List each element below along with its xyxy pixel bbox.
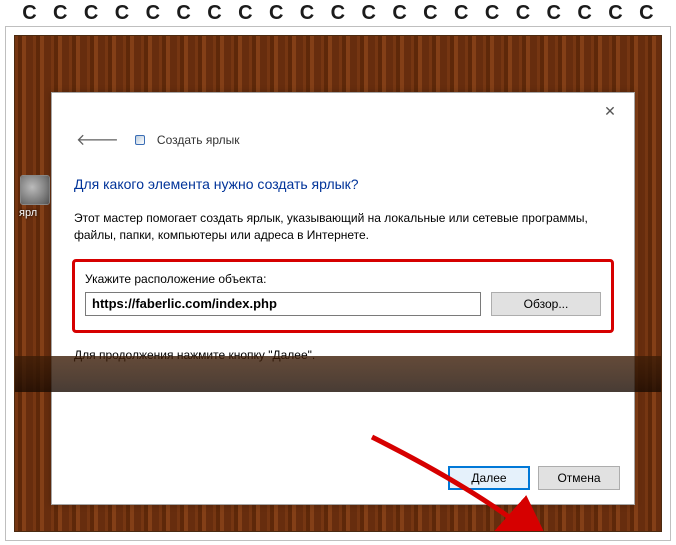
dialog-headline: Для какого элемента нужно создать ярлык? <box>74 176 612 192</box>
back-arrow-icon[interactable]: 🡐 <box>72 129 123 150</box>
path-label: Укажите расположение объекта: <box>85 272 601 286</box>
image-frame: ярл ✕ 🡐 Создать ярлык Для какого элемент… <box>5 26 671 541</box>
desktop-background: ярл ✕ 🡐 Создать ярлык Для какого элемент… <box>14 35 662 532</box>
highlight-box: Укажите расположение объекта: Обзор... <box>72 259 614 333</box>
shortcut-glyph-icon <box>135 135 145 145</box>
notebook-binding: CCCCCC CCCCCC CCCCCC CCC <box>0 0 676 26</box>
desktop-shortcut-icon[interactable] <box>21 176 49 204</box>
dialog-footer: Далее Отмена <box>52 456 634 504</box>
breadcrumb-title: Создать ярлык <box>157 133 240 147</box>
browse-button[interactable]: Обзор... <box>491 292 601 316</box>
create-shortcut-dialog: ✕ 🡐 Создать ярлык Для какого элемента ну… <box>51 92 635 505</box>
next-button[interactable]: Далее <box>448 466 530 490</box>
continue-hint: Для продолжения нажмите кнопку "Далее". <box>74 347 612 364</box>
dialog-description: Этот мастер помогает создать ярлык, указ… <box>74 210 612 245</box>
close-icon[interactable]: ✕ <box>596 101 624 121</box>
desktop-shortcut-label: ярл <box>19 207 37 219</box>
path-input[interactable] <box>85 292 481 316</box>
breadcrumb: 🡐 Создать ярлык <box>72 129 614 150</box>
cancel-button[interactable]: Отмена <box>538 466 620 490</box>
